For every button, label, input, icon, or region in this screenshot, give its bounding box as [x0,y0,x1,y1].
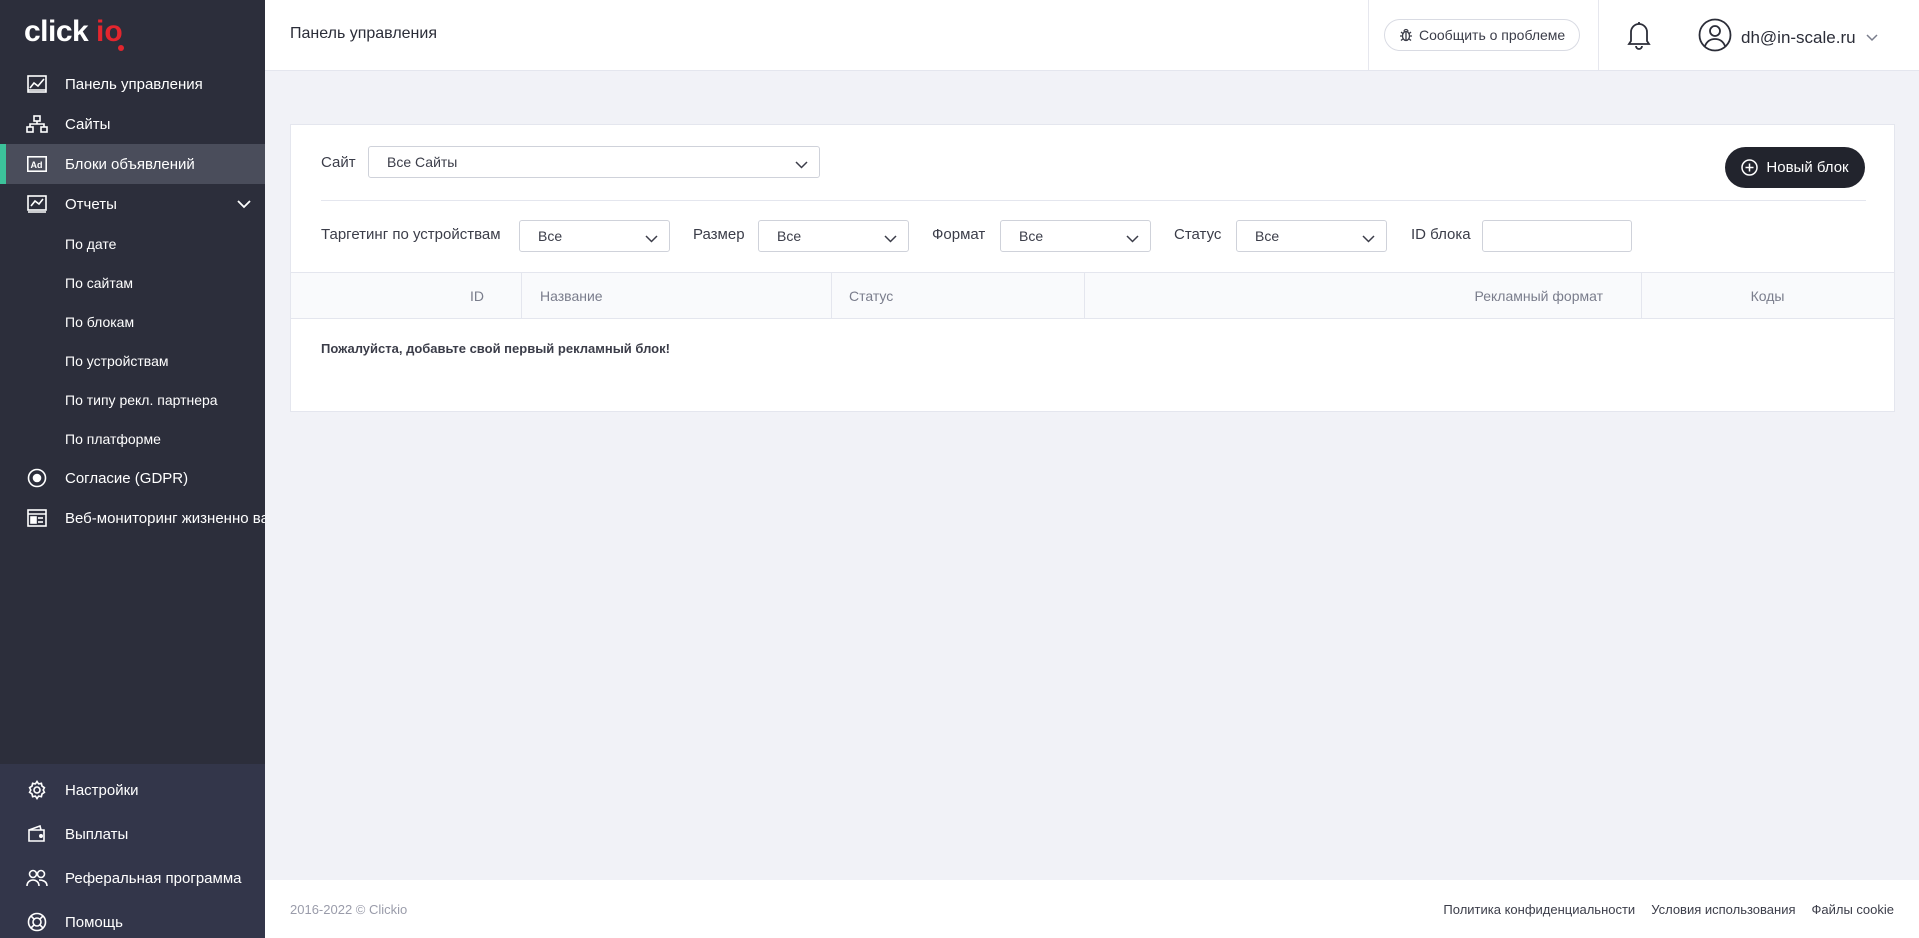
user-avatar-icon [1698,18,1732,57]
empty-table-message: Пожалуйста, добавьте свой первый рекламн… [321,341,670,356]
dashboard-chart-icon [26,73,48,95]
sidebar-item-ad-blocks[interactable]: Ad Блоки объявлений [0,144,265,184]
sidebar-item-payouts[interactable]: Выплаты [0,812,265,856]
plus-circle-icon [1741,159,1759,176]
size-select-value: Все [777,228,802,244]
sidebar-item-label: Сайты [65,115,111,133]
sidebar-item-label: Согласие (GDPR) [65,469,189,487]
gear-icon [26,779,48,801]
terms-of-use-link[interactable]: Условия использования [1651,902,1795,917]
sidebar-nav: Панель управления Сайты Ad Блоки объявле… [0,64,265,538]
sidebar-subitem-by-partner-type[interactable]: По типу рекл. партнера [0,380,265,419]
new-block-button[interactable]: Новый блок [1725,147,1865,188]
web-vitals-icon [26,507,48,529]
targeting-select[interactable]: Все [519,220,670,252]
chevron-down-icon [795,156,808,172]
footer-links: Политика конфиденциальности Условия испо… [1443,902,1894,917]
chevron-down-icon [645,230,658,246]
sidebar-item-settings[interactable]: Настройки [0,768,265,812]
page-title: Панель управления [290,25,437,42]
cookie-files-link[interactable]: Файлы cookie [1812,902,1895,917]
format-select-value: Все [1019,228,1044,244]
targeting-select-value: Все [538,228,563,244]
ad-blocks-table-header: ID Название Статус Рекламный формат Коды [291,272,1894,319]
report-chart-icon [26,193,48,215]
sidebar-item-label: Веб-мониторинг жизненно важных показател… [65,509,265,527]
sidebar-item-label: Помощь [65,913,123,931]
lifebuoy-icon [26,911,48,933]
sidebar-bottom-nav: Настройки Выплаты Реферальная программа … [0,764,265,938]
clickio-logo[interactable]: click io [24,10,128,56]
sidebar-item-label: Настройки [65,781,139,799]
sitemap-icon [26,113,48,135]
block-id-filter-label: ID блока [1411,226,1471,243]
sidebar-subitem-by-blocks[interactable]: По блокам [0,302,265,341]
size-filter-label: Размер [693,226,745,243]
sidebar-item-sites[interactable]: Сайты [0,104,265,144]
sidebar-subitem-by-platform[interactable]: По платформе [0,419,265,458]
sidebar-item-label: Реферальная программа [65,869,242,887]
sidebar-item-label: Панель управления [65,75,203,93]
filters-divider [321,200,1866,201]
format-select[interactable]: Все [1000,220,1151,252]
svg-text:click: click [24,15,89,48]
sidebar-item-help[interactable]: Помощь [0,900,265,938]
consent-icon [26,467,48,489]
chevron-down-icon [1362,230,1375,246]
size-select[interactable]: Все [758,220,909,252]
block-id-input[interactable] [1482,220,1632,252]
wallet-icon [26,823,48,845]
column-header-codes: Коды [1750,287,1785,304]
user-menu[interactable]: dh@in-scale.ru [1698,18,1878,57]
new-block-label: Новый блок [1766,159,1849,176]
chevron-down-icon [1126,230,1139,246]
sidebar-item-dashboard[interactable]: Панель управления [0,64,265,104]
chevron-down-icon [884,230,897,246]
chevron-down-icon[interactable] [237,196,251,213]
column-header-name[interactable]: Название [540,273,603,318]
logo-wordmark: click io [24,15,124,51]
status-select[interactable]: Все [1236,220,1387,252]
bug-icon [1399,28,1413,42]
site-select-value: Все Сайты [387,154,458,170]
ad-icon: Ad [26,153,48,175]
sidebar-item-gdpr[interactable]: Согласие (GDPR) [0,458,265,498]
column-header-status[interactable]: Статус [849,273,893,318]
sidebar-item-referral[interactable]: Реферальная программа [0,856,265,900]
footer: 2016-2022 © Clickio Политика конфиденциа… [265,880,1919,938]
column-header-id[interactable]: ID [291,273,502,318]
header-divider [1598,0,1599,70]
copyright: 2016-2022 © Clickio [290,902,408,917]
report-problem-label: Сообщить о проблеме [1419,27,1566,43]
sidebar-item-label: Блоки объявлений [65,155,195,173]
site-filter-label: Сайт [321,154,356,171]
sidebar-item-label: Выплаты [65,825,129,843]
sidebar-item-web-vitals[interactable]: Веб-мониторинг жизненно важных показател… [0,498,265,538]
sidebar: click io Панель управления Сайты Ad Блок… [0,0,265,938]
top-header: Панель управления Сообщить о проблеме dh… [265,0,1919,71]
column-divider [521,273,522,318]
format-filter-label: Формат [932,226,986,243]
sidebar-item-label: Отчеты [65,195,117,213]
status-select-value: Все [1255,228,1280,244]
sidebar-subitem-by-date[interactable]: По дате [0,224,265,263]
sidebar-item-reports[interactable]: Отчеты [0,184,265,224]
column-header-ad-format[interactable]: Рекламный формат [1084,273,1622,318]
chevron-down-icon [1866,29,1878,47]
privacy-policy-link[interactable]: Политика конфиденциальности [1443,902,1635,917]
header-divider [1368,0,1369,70]
notifications-bell-icon[interactable] [1626,20,1652,55]
users-icon [26,867,48,889]
targeting-filter-label: Таргетинг по устройствам [321,226,501,243]
sidebar-subitem-by-devices[interactable]: По устройствам [0,341,265,380]
ad-blocks-card: Сайт Все Сайты Новый блок Таргетинг по у… [290,124,1895,412]
user-email: dh@in-scale.ru [1741,27,1856,47]
status-filter-label: Статус [1174,226,1222,243]
svg-text:io: io [96,15,123,48]
report-problem-button[interactable]: Сообщить о проблеме [1384,19,1581,51]
site-select[interactable]: Все Сайты [368,146,820,178]
svg-text:Ad: Ad [31,160,43,170]
sidebar-subitem-by-sites[interactable]: По сайтам [0,263,265,302]
column-divider [831,273,832,318]
